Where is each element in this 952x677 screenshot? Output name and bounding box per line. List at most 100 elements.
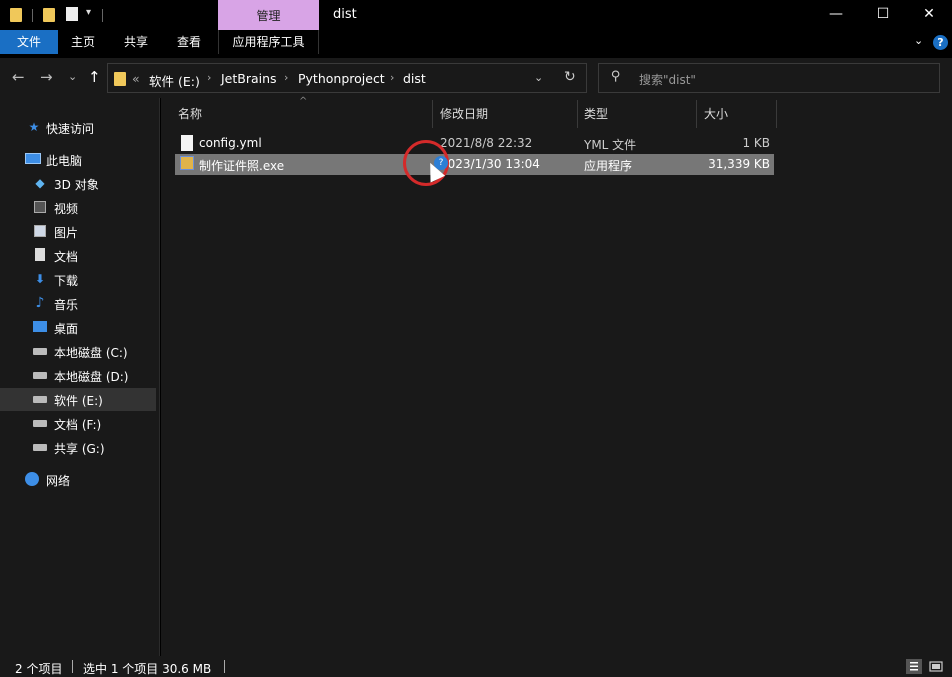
sidebar-item-drive-g[interactable]: 共享 (G:) [0,436,156,459]
column-divider[interactable] [577,100,578,128]
address-bar[interactable]: « 软件 (E:) › JetBrains › Pythonproject › … [107,63,587,93]
refresh-icon[interactable]: ↻ [564,69,576,85]
folder-icon [10,8,22,22]
new-folder-icon[interactable] [43,8,55,22]
minimize-button[interactable]: — [812,0,860,30]
sidebar-item-drive-d[interactable]: 本地磁盘 (D:) [0,364,156,387]
breadcrumb-separator[interactable]: › [284,71,288,84]
drive-icon [33,396,47,403]
computer-icon [25,153,41,164]
cube-icon: ◆ [35,176,45,190]
large-icons-view-icon [929,661,943,672]
navigation-bar: ← → ⌄ ↑ « 软件 (E:) › JetBrains › Pythonpr… [0,58,952,98]
search-icon: ⚲ [611,69,621,84]
sidebar-item-label: 本地磁盘 (C:) [54,346,128,360]
breadcrumb-overflow[interactable]: « [132,71,140,86]
column-divider[interactable] [776,100,777,128]
up-button[interactable]: ↑ [88,68,101,86]
status-item-count: 2 个项目 [15,662,63,676]
properties-icon[interactable] [66,7,78,21]
sidebar-item-documents[interactable]: 文档 [0,244,156,267]
sidebar-item-label: 快速访问 [46,122,95,136]
tab-view[interactable]: 查看 [164,30,214,54]
picture-icon [34,225,46,237]
sidebar-item-drive-c[interactable]: 本地磁盘 (C:) [0,340,156,363]
breadcrumb-separator[interactable]: › [207,71,211,84]
sidebar-item-label: 网络 [46,474,71,488]
details-view-button[interactable] [906,659,922,674]
file-modified: 2021/8/8 22:32 [440,136,533,150]
tab-manage[interactable]: 管理 [218,0,319,30]
breadcrumb-separator[interactable]: › [390,71,394,84]
sidebar-item-label: 音乐 [54,298,79,312]
star-icon: ★ [28,120,40,134]
tab-share[interactable]: 共享 [110,30,162,54]
sidebar-item-drive-f[interactable]: 文档 (F:) [0,412,156,435]
large-icons-view-button[interactable] [928,659,944,674]
drive-icon [33,444,47,451]
tab-file[interactable]: 文件 [0,30,58,54]
tab-home[interactable]: 主页 [58,30,108,54]
sidebar-item-music[interactable]: ♪ 音乐 [0,292,156,315]
divider [224,660,225,673]
column-header-name[interactable]: 名称 [178,100,202,128]
column-header-type[interactable]: 类型 [584,100,608,128]
customize-toolbar-icon[interactable]: ▾ [86,7,91,25]
sidebar-item-quick-access[interactable]: ★ 快速访问 [0,116,156,139]
file-icon [181,135,193,151]
breadcrumb-drive[interactable]: 软件 (E:) [149,71,200,90]
recent-locations-button[interactable]: ⌄ [68,70,77,83]
divider [32,9,33,22]
breadcrumb-jetbrains[interactable]: JetBrains [221,71,277,86]
column-divider[interactable] [432,100,433,128]
document-icon [35,248,45,261]
search-box[interactable]: ⚲ 搜索"dist" [598,63,940,93]
sidebar-item-label: 视频 [54,202,79,216]
column-divider[interactable] [696,100,697,128]
sidebar-item-label: 桌面 [54,322,79,336]
divider [72,660,73,673]
forward-button[interactable]: → [40,68,53,86]
sidebar-item-label: 文档 [54,250,79,264]
breadcrumb-dist[interactable]: dist [403,71,426,86]
file-list: ^ 名称 修改日期 类型 大小 config.yml 2021/8/8 22:3… [161,96,952,656]
window-title: dist [333,7,357,22]
sidebar-item-label: 本地磁盘 (D:) [54,370,129,384]
file-name: 制作证件照.exe [199,159,285,173]
table-row[interactable]: config.yml 2021/8/8 22:32 YML 文件 1 KB [175,133,774,154]
sidebar-item-3d-objects[interactable]: ◆ 3D 对象 [0,172,156,195]
folder-icon [114,72,126,86]
file-name: config.yml [199,136,262,150]
navigation-pane: ★ 快速访问 此电脑 ◆ 3D 对象 视频 图片 文档 ⬇ 下载 ♪ 音乐 桌面… [0,98,160,656]
drive-icon [33,420,47,427]
sidebar-item-videos[interactable]: 视频 [0,196,156,219]
close-button[interactable]: ✕ [905,0,952,30]
video-icon [34,201,46,213]
table-row[interactable]: 制作证件照.exe 2023/1/30 13:04 应用程序 31,339 KB [175,154,774,175]
details-view-icon [910,662,918,671]
column-header-modified[interactable]: 修改日期 [440,100,488,128]
sidebar-item-desktop[interactable]: 桌面 [0,316,156,339]
back-button[interactable]: ← [12,68,25,86]
tab-application-tools[interactable]: 应用程序工具 [218,30,319,54]
search-input[interactable]: 搜索"dist" [639,71,696,88]
maximize-button[interactable]: ☐ [859,0,907,30]
column-header-size[interactable]: 大小 [704,100,728,128]
sidebar-item-label: 软件 (E:) [54,394,103,408]
ribbon-tabs: 文件 主页 共享 查看 应用程序工具 ⌄ ? [0,30,952,54]
breadcrumb-pythonproject[interactable]: Pythonproject [298,71,385,86]
sidebar-item-pictures[interactable]: 图片 [0,220,156,243]
download-icon: ⬇ [34,272,46,286]
application-icon [180,156,194,170]
drive-icon [33,372,47,379]
sidebar-item-this-pc[interactable]: 此电脑 [0,148,156,171]
drive-icon [33,348,47,355]
address-dropdown-icon[interactable]: ⌄ [534,71,543,84]
sidebar-item-label: 此电脑 [46,154,83,168]
status-bar: 2 个项目 选中 1 个项目 30.6 MB [0,656,952,677]
sidebar-item-network[interactable]: 网络 [0,468,156,491]
help-icon[interactable]: ? [933,35,948,50]
ribbon-expand-icon[interactable]: ⌄ [914,34,923,47]
sidebar-item-drive-e[interactable]: 软件 (E:) [0,388,156,411]
sidebar-item-downloads[interactable]: ⬇ 下载 [0,268,156,291]
